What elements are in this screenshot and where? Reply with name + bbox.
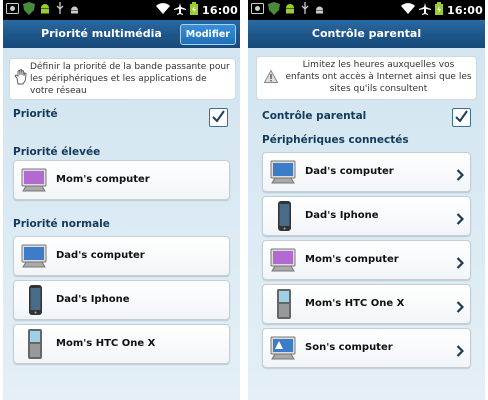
chevron-right-icon (456, 254, 465, 273)
smartphone-icon (269, 200, 299, 232)
info-box: Limitez les heures auxquelles vos enfant… (256, 56, 477, 100)
chevron-right-icon (456, 166, 465, 185)
device-name: Dad's computer (305, 166, 394, 177)
normal-priority-label: Priorité normale (13, 218, 110, 230)
battery-icon (434, 2, 443, 18)
status-bar: 16:00 (3, 0, 240, 20)
device-name: Mom's HTC One X (56, 338, 156, 349)
title-bar: Contrôle parental (248, 20, 485, 48)
device-row-moms-htc-one-x[interactable]: Mom's HTC One X (262, 284, 471, 324)
photo-icon (251, 3, 264, 17)
chevron-right-icon (456, 342, 465, 361)
device-row-dads-computer[interactable]: Dad's computer (13, 236, 230, 276)
wifi-icon (155, 3, 170, 17)
debug-icon (314, 3, 325, 18)
hand-icon (14, 68, 27, 89)
high-priority-label: Priorité élevée (13, 146, 101, 158)
airplane-icon (173, 2, 186, 18)
left-phone-screen: 16:00 Priorité multimédia Modifier Défin… (3, 0, 240, 400)
info-text: Définir la priorité de la bande passante… (30, 62, 230, 96)
battery-icon (189, 2, 198, 18)
usb-icon (300, 2, 310, 18)
chevron-right-icon (456, 210, 465, 229)
chevron-right-icon (456, 298, 465, 317)
device-name: Mom's computer (305, 254, 399, 265)
device-row-dads-computer[interactable]: Dad's computer (262, 152, 471, 192)
priority-label: Priorité (13, 108, 58, 120)
title-bar: Priorité multimédia Modifier (3, 20, 240, 48)
device-row-moms-htc-one-x[interactable]: Mom's HTC One X (13, 324, 230, 364)
shield-icon (268, 2, 280, 18)
android-icon (39, 2, 51, 18)
shield-icon (23, 2, 35, 18)
desktop-computer-icon (20, 240, 50, 272)
device-name: Dad's computer (56, 250, 145, 261)
device-name: Son's computer (305, 342, 393, 353)
debug-icon (69, 3, 80, 18)
info-box: Définir la priorité de la bande passante… (9, 58, 236, 100)
page-title: Contrôle parental (311, 27, 422, 40)
handheld-phone-icon (269, 288, 299, 320)
device-row-moms-computer[interactable]: Mom's computer (13, 160, 230, 200)
airplane-icon (418, 2, 431, 18)
info-text: Limitez les heures auxquelles vos enfant… (285, 60, 472, 94)
desktop-computer-purple-icon (269, 244, 299, 276)
checkmark-icon (455, 110, 468, 123)
desktop-computer-purple-icon (20, 164, 50, 196)
device-row-sons-computer[interactable]: Son's computer (262, 328, 471, 368)
priority-checkbox[interactable] (209, 108, 228, 127)
wifi-icon (400, 3, 415, 17)
parental-control-label: Contrôle parental (262, 110, 367, 122)
handheld-phone-icon (20, 328, 50, 360)
status-time: 16:00 (201, 3, 238, 17)
device-name: Mom's HTC One X (305, 298, 405, 309)
connected-devices-label: Périphériques connectés (262, 134, 409, 146)
smartphone-icon (20, 284, 50, 316)
right-phone-screen: 16:00 Contrôle parental Limitez les heur… (248, 0, 485, 400)
device-row-dads-iphone[interactable]: Dad's Iphone (262, 196, 471, 236)
device-name: Mom's computer (56, 174, 150, 185)
modify-button[interactable]: Modifier (179, 24, 236, 45)
device-name: Dad's Iphone (56, 294, 130, 305)
parental-control-checkbox[interactable] (452, 108, 471, 127)
page-title: Priorité multimédia (41, 27, 162, 40)
status-bar: 16:00 (248, 0, 485, 20)
photo-icon (6, 3, 19, 17)
checkmark-icon (212, 110, 225, 123)
status-time: 16:00 (446, 3, 483, 17)
android-icon (284, 2, 296, 18)
desktop-computer-icon (269, 156, 299, 188)
device-row-moms-computer[interactable]: Mom's computer (262, 240, 471, 280)
warning-icon (263, 69, 279, 87)
device-row-dads-iphone[interactable]: Dad's Iphone (13, 280, 230, 320)
usb-icon (55, 2, 65, 18)
desktop-computer-icon (269, 332, 299, 364)
device-name: Dad's Iphone (305, 210, 379, 221)
